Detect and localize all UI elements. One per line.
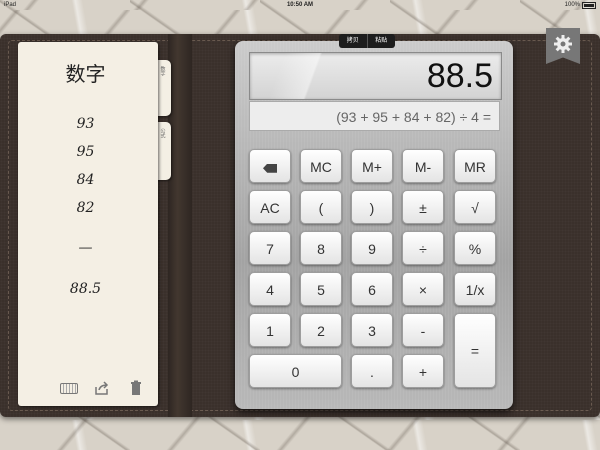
display-gloss	[250, 53, 350, 99]
equals-key[interactable]: =	[454, 313, 496, 388]
calculator-body: 88.5 (93 + 95 + 84 + 82) ÷ 4 = MC M+ M- …	[235, 41, 513, 409]
digit-2-key[interactable]: 2	[300, 313, 342, 347]
notepad-title: 数字	[65, 64, 106, 86]
battery-icon	[582, 1, 596, 9]
digit-7-key[interactable]: 7	[249, 231, 291, 265]
expression-line: (93 + 95 + 84 + 82) ÷ 4 =	[249, 101, 500, 131]
reciprocal-key[interactable]: 1/x	[454, 272, 496, 306]
gear-icon	[554, 35, 572, 53]
digit-4-key[interactable]: 4	[249, 272, 291, 306]
notepad-toolbar	[60, 380, 146, 395]
digit-6-key[interactable]: 6	[351, 272, 393, 306]
notepad-line: 82	[76, 200, 95, 216]
copy-paste-popup: 拷贝 粘贴	[339, 34, 395, 48]
digit-0-key[interactable]: 0	[249, 354, 342, 388]
digit-3-key[interactable]: 3	[351, 313, 393, 347]
mr-key[interactable]: MR	[454, 149, 496, 183]
paste-button[interactable]: 粘贴	[368, 34, 396, 48]
keyboard-icon[interactable]	[60, 380, 78, 394]
status-bar: iPad 10:50 AM 100%	[0, 0, 600, 10]
mc-key[interactable]: MC	[300, 149, 342, 183]
trash-icon[interactable]	[128, 380, 146, 395]
notepad-line: 84	[76, 172, 95, 188]
share-icon[interactable]	[94, 380, 112, 395]
battery-percent: 100%	[564, 2, 580, 8]
ac-key[interactable]: AC	[249, 190, 291, 224]
notepad-line: 95	[76, 144, 95, 160]
notepad-paper[interactable]: 数字 93 95 84 82 — 88.5	[18, 42, 158, 406]
m-plus-key[interactable]: M+	[351, 149, 393, 183]
m-minus-key[interactable]: M-	[402, 149, 444, 183]
calculator-display: 88.5	[249, 52, 502, 100]
plus-minus-key[interactable]: ±	[402, 190, 444, 224]
display-value: 88.5	[426, 57, 493, 95]
divide-key[interactable]: ÷	[402, 231, 444, 265]
plus-key[interactable]: +	[402, 354, 444, 388]
notepad-separator: —	[78, 240, 93, 256]
minus-key[interactable]: -	[402, 313, 444, 347]
copy-button[interactable]: 拷贝	[339, 34, 367, 48]
backspace-icon	[263, 163, 277, 173]
digit-1-key[interactable]: 1	[249, 313, 291, 347]
sqrt-key[interactable]: √	[454, 190, 496, 224]
digit-5-key[interactable]: 5	[300, 272, 342, 306]
left-paren-key[interactable]: (	[300, 190, 342, 224]
digit-8-key[interactable]: 8	[300, 231, 342, 265]
notepad-line: 93	[76, 116, 95, 132]
percent-key[interactable]: %	[454, 231, 496, 265]
multiply-key[interactable]: ×	[402, 272, 444, 306]
clock: 10:50 AM	[286, 2, 314, 8]
battery-indicator: 100%	[565, 0, 596, 10]
case-spine	[168, 34, 192, 417]
notepad-result: 88.5	[69, 281, 102, 297]
digit-9-key[interactable]: 9	[351, 231, 393, 265]
right-paren-key[interactable]: )	[351, 190, 393, 224]
backspace-key[interactable]	[249, 149, 291, 183]
decimal-key[interactable]: .	[351, 354, 393, 388]
